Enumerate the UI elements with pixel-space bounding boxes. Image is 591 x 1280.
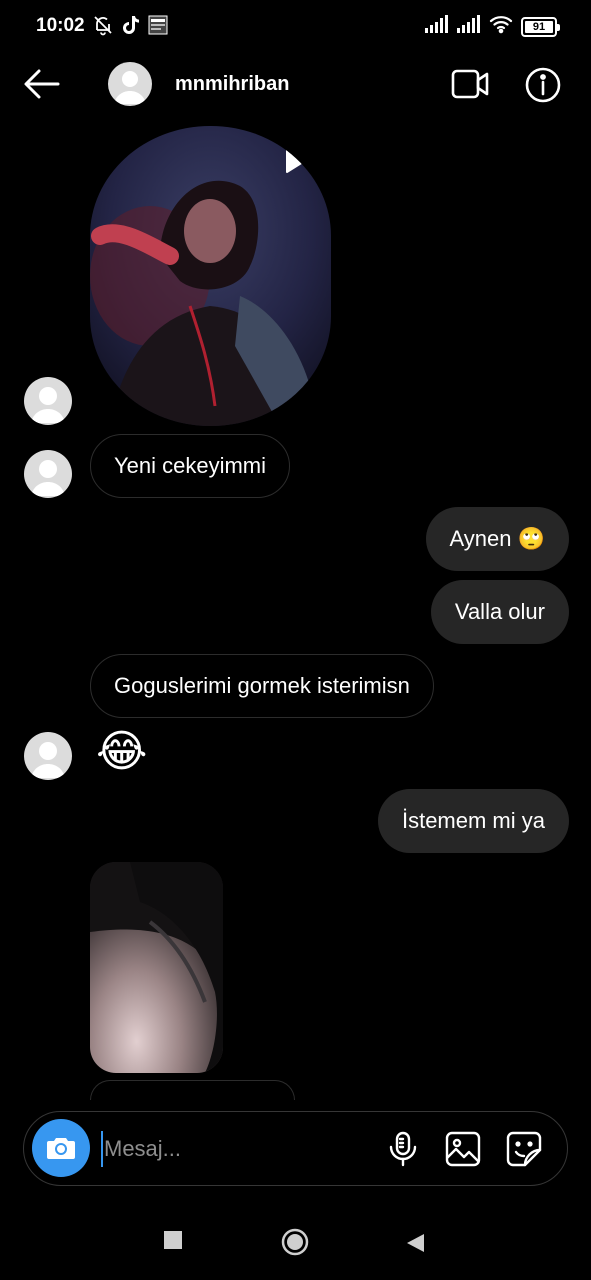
info-button[interactable] bbox=[524, 66, 562, 104]
sender-avatar[interactable] bbox=[24, 377, 72, 425]
chat-header: mnmihriban bbox=[0, 52, 591, 116]
info-icon bbox=[525, 67, 561, 103]
nav-back-button[interactable] bbox=[404, 1232, 426, 1259]
battery-cap bbox=[557, 23, 560, 31]
video-message[interactable] bbox=[90, 126, 331, 426]
system-icons: 91 bbox=[425, 14, 560, 39]
image-message[interactable] bbox=[90, 862, 223, 1073]
wifi-icon bbox=[489, 14, 513, 39]
back-arrow-icon bbox=[24, 69, 60, 99]
image-thumbnail bbox=[90, 862, 223, 1073]
message-composer bbox=[23, 1111, 568, 1186]
sticker-button[interactable] bbox=[505, 1130, 543, 1168]
system-nav-bar bbox=[0, 1206, 591, 1280]
battery-level: 91 bbox=[532, 20, 546, 33]
back-triangle-icon bbox=[407, 1234, 424, 1252]
signal-icon bbox=[425, 15, 449, 38]
partial-message bbox=[90, 1080, 295, 1100]
message-input[interactable] bbox=[104, 1132, 374, 1166]
tiktok-icon bbox=[122, 15, 140, 40]
chat-username[interactable]: mnmihriban bbox=[175, 73, 289, 96]
video-call-icon bbox=[451, 69, 489, 99]
incoming-message[interactable]: Goguslerimi gormek isterimisn bbox=[90, 654, 434, 718]
battery-icon: 91 bbox=[521, 16, 560, 37]
status-bar: 10:02 91 bbox=[0, 0, 591, 52]
recents-square-icon bbox=[164, 1231, 182, 1249]
gallery-button[interactable] bbox=[444, 1130, 482, 1168]
default-avatar-icon bbox=[31, 460, 65, 496]
gallery-icon bbox=[445, 1131, 481, 1167]
microphone-icon bbox=[389, 1131, 417, 1167]
outgoing-message[interactable]: İstemem mi ya bbox=[377, 789, 569, 853]
camera-icon bbox=[47, 1138, 75, 1159]
microphone-button[interactable] bbox=[384, 1130, 422, 1168]
bell-off-icon bbox=[92, 14, 114, 41]
default-avatar-icon bbox=[31, 387, 65, 423]
notification-icons bbox=[92, 14, 168, 41]
text-cursor bbox=[101, 1131, 103, 1167]
sticker-icon bbox=[506, 1131, 542, 1167]
header-avatar[interactable] bbox=[108, 62, 152, 106]
news-thumbnail-icon bbox=[148, 15, 168, 40]
default-avatar-icon bbox=[114, 71, 146, 104]
home-circle-icon bbox=[281, 1228, 309, 1256]
home-button[interactable] bbox=[281, 1228, 309, 1261]
status-time: 10:02 bbox=[36, 15, 85, 36]
video-call-button[interactable] bbox=[450, 66, 490, 102]
default-avatar-icon bbox=[31, 742, 65, 778]
incoming-message[interactable]: Yeni cekeyimmi bbox=[90, 434, 291, 498]
back-button[interactable] bbox=[22, 66, 62, 102]
sender-avatar[interactable] bbox=[24, 450, 72, 498]
sender-avatar[interactable] bbox=[24, 732, 72, 780]
outgoing-message[interactable]: Aynen 🙄 bbox=[425, 507, 569, 571]
emoji-message[interactable]: 😂 bbox=[96, 730, 147, 774]
camera-button[interactable] bbox=[32, 1119, 90, 1177]
play-icon[interactable] bbox=[284, 140, 314, 174]
signal-icon bbox=[457, 15, 481, 38]
outgoing-message[interactable]: Valla olur bbox=[430, 580, 569, 644]
recents-button[interactable] bbox=[163, 1230, 183, 1255]
